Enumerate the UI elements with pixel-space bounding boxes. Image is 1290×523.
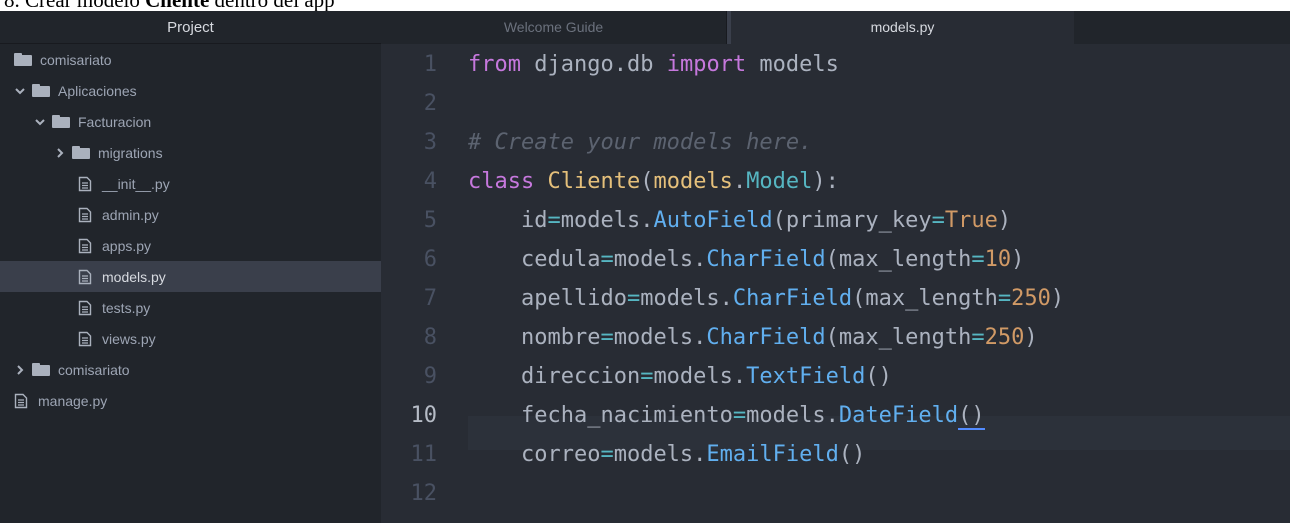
code-line[interactable]: direccion=models.TextField() (468, 364, 892, 389)
code-line[interactable]: id=models.AutoField(primary_key=True) (468, 208, 1011, 233)
folder-icon (14, 53, 32, 66)
tree-item-label: apps.py (102, 237, 152, 254)
tree-item-label: __init__.py (102, 175, 170, 192)
project-panel-title: Project (0, 11, 381, 44)
line-number: 9 (423, 364, 437, 389)
chevron-down-icon[interactable] (34, 117, 46, 127)
tree-item-label: Aplicaciones (58, 82, 137, 99)
file-text-icon (78, 238, 92, 254)
tree-item-label: migrations (98, 144, 163, 161)
file-text-icon (78, 269, 92, 285)
file-text-icon (14, 393, 28, 409)
document-heading: 8. Crear modelo Cliente dentro del app (4, 0, 335, 11)
tree-file[interactable]: __init__.py (0, 168, 381, 199)
tree-folder[interactable]: comisariato (0, 354, 381, 385)
chevron-right-icon[interactable] (54, 147, 66, 158)
project-panel: Project comisariato Aplicaciones Facturaci… (0, 11, 381, 523)
chevron-down-icon[interactable] (14, 86, 26, 96)
line-number: 3 (423, 130, 437, 155)
line-number: 12 (410, 481, 438, 506)
line-number: 8 (423, 325, 437, 350)
line-number: 5 (423, 208, 437, 233)
code-line[interactable]: cedula=models.CharField(max_length=10) (468, 247, 1024, 272)
line-number: 7 (423, 286, 437, 311)
code-line[interactable]: correo=models.EmailField() (468, 442, 865, 467)
tree-item-label: admin.py (102, 206, 159, 223)
code-line[interactable]: apellido=models.CharField(max_length=250… (468, 286, 1064, 311)
folder-icon (32, 363, 50, 376)
tree-file[interactable]: tests.py (0, 292, 381, 323)
tree-item-label: comisariato (58, 361, 130, 378)
tree-item-label: views.py (102, 330, 156, 347)
tab-welcome-guide[interactable]: Welcome Guide (381, 11, 727, 44)
code-line[interactable]: nombre=models.CharField(max_length=250) (468, 325, 1038, 350)
tree-item-label: manage.py (38, 392, 108, 409)
code-line[interactable]: # Create your models here. (468, 130, 812, 155)
code-line[interactable]: fecha_nacimiento=models.DateField() (468, 403, 985, 430)
tree-file[interactable]: models.py (0, 261, 381, 292)
code-line[interactable]: from django.db import models (468, 52, 839, 77)
tree-item-label: Facturacion (78, 113, 152, 130)
line-number: 1 (423, 52, 437, 77)
tree-folder[interactable]: comisariato (0, 44, 381, 75)
tab-bar: Welcome Guide models.py (381, 11, 1290, 44)
line-number: 11 (410, 442, 438, 467)
line-number: 10 (410, 403, 438, 428)
tree-file[interactable]: apps.py (0, 230, 381, 261)
tree-file[interactable]: views.py (0, 323, 381, 354)
file-text-icon (78, 207, 92, 223)
tree-item-label: models.py (102, 268, 166, 285)
line-number: 4 (423, 169, 437, 194)
line-number: 2 (423, 91, 437, 116)
line-number: 6 (423, 247, 437, 272)
tree-file[interactable]: manage.py (0, 385, 381, 416)
editor-window: Project comisariato Aplicaciones Facturaci… (0, 11, 1290, 523)
tree-file[interactable]: admin.py (0, 199, 381, 230)
code-editor[interactable]: 1 from django.db import models 2 3 # Create … (381, 44, 1290, 523)
file-text-icon (78, 331, 92, 347)
tab-models-py[interactable]: models.py (731, 11, 1074, 44)
code-line[interactable]: class Cliente(models.Model): (468, 169, 839, 194)
tree-folder[interactable]: Aplicaciones (0, 75, 381, 106)
tree-folder[interactable]: Facturacion (0, 106, 381, 137)
folder-icon (72, 146, 90, 159)
tree-item-label: comisariato (40, 51, 112, 68)
file-text-icon (78, 176, 92, 192)
tree-folder[interactable]: migrations (0, 137, 381, 168)
folder-icon (32, 84, 50, 97)
chevron-right-icon[interactable] (14, 364, 26, 375)
tree-item-label: tests.py (102, 299, 151, 316)
folder-icon (52, 115, 70, 128)
file-text-icon (78, 300, 92, 316)
